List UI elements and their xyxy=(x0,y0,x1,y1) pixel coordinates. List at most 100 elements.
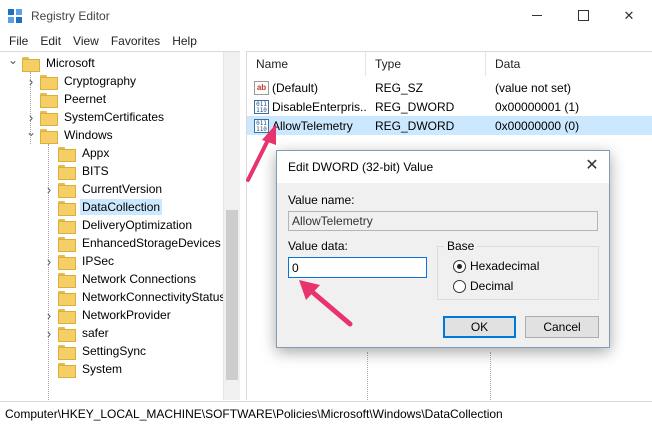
tree-item-system[interactable]: System xyxy=(44,360,124,378)
tree-item-label: Windows xyxy=(64,128,113,142)
tree-item-label: Appx xyxy=(82,146,110,160)
tree-item-label: EnhancedStorageDevices xyxy=(82,236,221,250)
tree-item-settingsync[interactable]: SettingSync xyxy=(44,342,148,360)
maximize-button[interactable] xyxy=(560,0,606,31)
value-name-cell: ab (Default) xyxy=(247,80,366,95)
tree-item-label: Peernet xyxy=(64,92,107,106)
column-divider xyxy=(490,352,491,400)
chevron-right-icon[interactable]: › xyxy=(44,182,54,197)
value-row[interactable]: 011 110 DisableEnterpris... REG_DWORD 0x0000… xyxy=(247,97,652,116)
hexadecimal-radio[interactable]: Hexadecimal xyxy=(453,259,539,273)
maximize-icon xyxy=(577,10,589,21)
tree-item-enhancedstoragedevices[interactable]: EnhancedStorageDevices xyxy=(44,234,223,252)
value-data-cell: 0x00000000 (0) xyxy=(495,118,580,133)
folder-icon xyxy=(58,272,76,288)
chevron-down-icon[interactable]: ⌄ xyxy=(26,125,36,139)
binary-value-icon: 011 110 xyxy=(254,99,269,114)
value-name: (Default) xyxy=(272,80,319,95)
tree-item-safer[interactable]: › safer xyxy=(44,324,111,342)
value-name: AllowTelemetry xyxy=(272,118,353,133)
decimal-radio[interactable]: Decimal xyxy=(453,279,513,293)
value-row[interactable]: 011 110 AllowTelemetry REG_DWORD 0x00000000 … xyxy=(247,116,652,135)
value-name-label: Value name: xyxy=(288,193,355,207)
value-name: DisableEnterpris... xyxy=(272,99,366,114)
chevron-down-icon[interactable]: ⌄ xyxy=(8,53,18,67)
folder-icon xyxy=(58,164,76,180)
tree-item-label: SettingSync xyxy=(82,344,147,358)
folder-icon xyxy=(40,110,58,126)
tree-item-label: BITS xyxy=(82,164,109,178)
folder-icon xyxy=(58,308,76,324)
tree-item-label: NetworkConnectivityStatus xyxy=(82,290,226,304)
key-tree[interactable]: ⌄ Microsoft › Cryptography Peernet › SystemCer… xyxy=(0,51,240,400)
folder-icon xyxy=(40,92,58,108)
minimize-button[interactable] xyxy=(514,0,560,31)
value-data-cell: (value not set) xyxy=(495,80,572,95)
menu-file[interactable]: File xyxy=(3,34,34,48)
tree-item-currentversion[interactable]: › CurrentVersion xyxy=(44,180,164,198)
menu-help[interactable]: Help xyxy=(166,34,203,48)
dialog-close-button[interactable]: ✕ xyxy=(584,158,600,174)
registry-editor-icon xyxy=(8,9,22,23)
tree-item-label: CurrentVersion xyxy=(82,182,163,196)
tree-item-label: Network Connections xyxy=(82,272,197,286)
value-name-cell: 011 110 AllowTelemetry xyxy=(247,118,366,133)
hexadecimal-label: Hexadecimal xyxy=(470,259,540,273)
tree-item-label: safer xyxy=(82,326,109,340)
tree-item-ipsec[interactable]: › IPSec xyxy=(44,252,116,270)
menu-view[interactable]: View xyxy=(67,34,105,48)
column-header-name[interactable]: Name xyxy=(247,52,366,76)
value-name-field: AllowTelemetry xyxy=(288,211,598,231)
menu-favorites[interactable]: Favorites xyxy=(105,34,166,48)
value-data-label: Value data: xyxy=(288,239,348,253)
chevron-right-icon[interactable]: › xyxy=(44,254,54,269)
chevron-right-icon[interactable]: › xyxy=(44,308,54,323)
folder-icon xyxy=(58,254,76,270)
list-header: Name Type Data xyxy=(247,52,652,76)
tree-item-appx[interactable]: Appx xyxy=(44,144,111,162)
ok-button[interactable]: OK xyxy=(443,316,516,338)
tree-item-networkconnectivitystatus[interactable]: NetworkConnectivityStatus xyxy=(44,288,227,306)
cancel-button[interactable]: Cancel xyxy=(525,316,599,338)
chevron-right-icon[interactable]: › xyxy=(44,326,54,341)
window-title: Registry Editor xyxy=(31,9,110,23)
value-data-input[interactable]: 0 xyxy=(288,257,427,278)
tree-item-bits[interactable]: BITS xyxy=(44,162,111,180)
tree-item-microsoft[interactable]: ⌄ Microsoft xyxy=(8,53,97,72)
base-label: Base xyxy=(444,239,478,253)
value-type-cell: REG_SZ xyxy=(375,80,424,95)
menu-edit[interactable]: Edit xyxy=(34,34,67,48)
tree-item-systemcertificates[interactable]: › SystemCertificates xyxy=(26,108,166,126)
tree-item-peernet[interactable]: Peernet xyxy=(26,90,108,108)
folder-icon xyxy=(22,56,40,72)
tree-item-label: Microsoft xyxy=(46,56,95,70)
folder-icon xyxy=(40,74,58,90)
tree-item-deliveryoptimization[interactable]: DeliveryOptimization xyxy=(44,216,194,234)
tree-scrollbar-thumb[interactable] xyxy=(226,210,238,380)
value-name-cell: 011 110 DisableEnterpris... xyxy=(247,99,366,114)
close-button[interactable]: ✕ xyxy=(606,0,652,31)
folder-icon xyxy=(58,200,76,216)
tree-item-network-connections[interactable]: Network Connections xyxy=(44,270,198,288)
tree-item-cryptography[interactable]: › Cryptography xyxy=(26,72,138,90)
folder-icon xyxy=(58,290,76,306)
value-row[interactable]: ab (Default) REG_SZ (value not set) xyxy=(247,78,652,97)
chevron-right-icon[interactable]: › xyxy=(26,74,36,89)
dialog-title: Edit DWORD (32-bit) Value xyxy=(288,160,434,174)
tree-item-datacollection[interactable]: DataCollection xyxy=(44,198,163,216)
tree-item-networkprovider[interactable]: › NetworkProvider xyxy=(44,306,173,324)
folder-icon xyxy=(58,362,76,378)
tree-item-windows[interactable]: ⌄ Windows xyxy=(26,125,115,144)
radio-selected-icon xyxy=(453,259,466,273)
edit-dword-dialog: Edit DWORD (32-bit) Value ✕ Value name: … xyxy=(276,150,610,348)
chevron-right-icon[interactable]: › xyxy=(26,110,36,125)
column-header-type[interactable]: Type xyxy=(366,52,486,76)
value-type-cell: REG_DWORD xyxy=(375,99,455,114)
column-header-data[interactable]: Data xyxy=(486,52,652,76)
